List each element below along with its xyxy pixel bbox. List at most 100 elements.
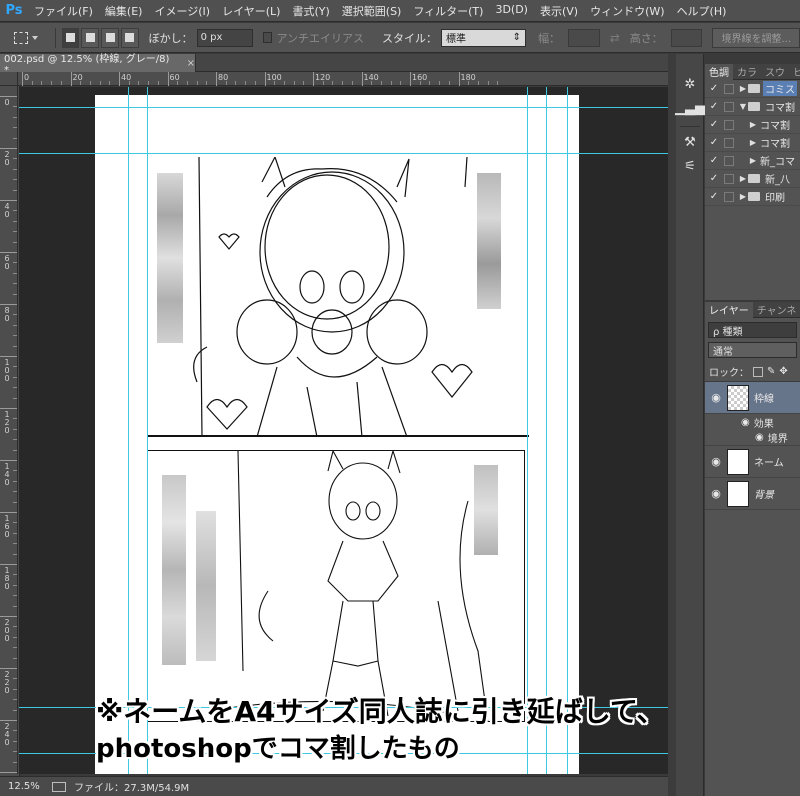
guide-vertical[interactable] — [527, 87, 528, 774]
chevron-right-icon[interactable]: ▶ — [748, 156, 758, 165]
blend-mode-select[interactable]: 通常 — [708, 342, 797, 358]
layer-row[interactable]: ◉ ネーム — [705, 446, 800, 478]
antialias-checkbox[interactable] — [262, 32, 273, 43]
horizontal-ruler[interactable]: 0 20 40 60 80 100 120 140 160 180 — [18, 72, 668, 86]
chevron-down-icon[interactable]: ▼ — [738, 102, 748, 111]
move-icon[interactable]: ✥ — [779, 366, 787, 377]
guide-vertical[interactable] — [567, 87, 568, 774]
chevron-right-icon[interactable]: ▶ — [748, 138, 758, 147]
panel-tab[interactable]: スウ — [761, 64, 789, 79]
brush-icon[interactable]: ✎ — [767, 366, 775, 377]
layer-row[interactable]: ◉ 背景 — [705, 478, 800, 510]
action-row[interactable]: ✓ ▶ 印刷 — [705, 188, 800, 206]
adjustments-icon[interactable]: ⚟ — [680, 156, 700, 176]
dialog-toggle[interactable] — [724, 101, 734, 112]
check-icon[interactable]: ✓ — [708, 101, 720, 112]
guide-horizontal[interactable] — [19, 153, 668, 154]
ruler-minor-tick — [13, 241, 17, 243]
dialog-toggle[interactable] — [724, 155, 734, 166]
file-info[interactable]: ファイル：27.3M/54.9M — [74, 779, 189, 794]
dialog-toggle[interactable] — [724, 191, 734, 202]
swap-icon[interactable]: ⇄ — [610, 31, 620, 45]
dialog-toggle[interactable] — [724, 119, 734, 130]
intersect-selection-button[interactable] — [120, 27, 139, 48]
action-row[interactable]: ✓ ▶ コマ割 — [705, 116, 800, 134]
layer-name[interactable]: 枠線 — [754, 390, 774, 405]
layer-name[interactable]: ネーム — [754, 454, 784, 469]
chevron-right-icon[interactable]: ▶ — [738, 174, 748, 183]
tool-preset-picker[interactable] — [14, 27, 49, 49]
menu-item[interactable]: ファイル(F) — [28, 3, 99, 19]
vertical-ruler[interactable]: 020406080100120140160180200220240260 — [0, 86, 18, 774]
navigator-icon[interactable]: ✲ — [680, 74, 700, 94]
check-icon[interactable]: ✓ — [708, 155, 720, 166]
panel-tab[interactable]: チャンネ — [753, 302, 800, 317]
check-icon[interactable]: ✓ — [708, 83, 720, 94]
feather-input[interactable] — [196, 28, 253, 47]
guide-vertical[interactable] — [128, 87, 129, 774]
action-row[interactable]: ✓ ▶ 新_コマ — [705, 152, 800, 170]
action-row[interactable]: ✓ ▶ 新_八 — [705, 170, 800, 188]
feather-label: ぼかし： — [148, 31, 193, 45]
effects-row[interactable]: ◉ 効果 — [705, 414, 800, 430]
panel-tab[interactable]: 色調 — [705, 63, 733, 80]
layer-filter[interactable]: ρ 種類 — [708, 322, 797, 338]
document-tab[interactable]: 002.psd @ 12.5% (枠線, グレー/8) * × — [0, 54, 196, 76]
refine-edge-button[interactable]: 境界線を調整... — [712, 27, 800, 48]
dialog-toggle[interactable] — [724, 83, 734, 94]
dialog-toggle[interactable] — [724, 137, 734, 148]
histogram-icon[interactable]: ▁▃▅ — [675, 98, 705, 118]
effects-label: 効果 — [753, 418, 774, 430]
action-row[interactable]: ✓ ▼ コマ割 — [705, 98, 800, 116]
chevron-right-icon[interactable]: ▶ — [738, 192, 748, 201]
lock-transparent-icon[interactable] — [753, 366, 763, 377]
eye-icon[interactable]: ◉ — [755, 432, 764, 443]
layer-name[interactable]: 背景 — [754, 486, 774, 501]
intersect-selection-icon — [125, 33, 135, 42]
check-icon[interactable]: ✓ — [708, 173, 720, 184]
menu-item[interactable]: レイヤー(L) — [216, 3, 286, 19]
menu-item[interactable]: 表示(V) — [534, 3, 584, 19]
check-icon[interactable]: ✓ — [708, 191, 720, 202]
menu-item[interactable]: 3D(D) — [489, 3, 534, 19]
menu-item[interactable]: イメージ(I) — [148, 3, 216, 19]
ruler-origin[interactable] — [0, 72, 18, 86]
guide-horizontal[interactable] — [19, 107, 668, 108]
new-selection-button[interactable] — [61, 27, 80, 48]
menu-item[interactable]: フィルター(T) — [407, 3, 489, 19]
add-to-selection-button[interactable] — [81, 27, 100, 48]
menu-item[interactable]: 編集(E) — [99, 3, 149, 19]
effect-row[interactable]: ◉ 境界 — [705, 430, 800, 446]
tool-presets-icon[interactable]: ⚒ — [680, 132, 700, 152]
guide-vertical[interactable] — [546, 87, 547, 774]
eye-icon[interactable]: ◉ — [705, 391, 727, 404]
document-page[interactable] — [95, 95, 579, 774]
canvas-area[interactable] — [19, 87, 668, 774]
zoom-level[interactable]: 12.5% — [8, 781, 44, 792]
check-icon[interactable]: ✓ — [708, 137, 720, 148]
check-icon[interactable]: ✓ — [708, 119, 720, 130]
style-select[interactable]: 標準 ⇕ — [441, 28, 527, 47]
action-row[interactable]: ✓ ▶ コミス — [705, 80, 800, 98]
chevron-right-icon[interactable]: ▶ — [738, 84, 748, 93]
layer-row[interactable]: ◉ 枠線 — [705, 382, 800, 414]
eye-icon[interactable]: ◉ — [705, 455, 727, 468]
subtract-from-selection-button[interactable] — [101, 27, 119, 48]
close-icon[interactable]: × — [187, 58, 195, 69]
menu-item[interactable]: 選択範囲(S) — [336, 3, 408, 19]
height-input[interactable] — [670, 28, 703, 47]
panel-tab[interactable]: レイヤー — [705, 301, 753, 318]
guide-vertical[interactable] — [147, 87, 148, 774]
export-icon[interactable] — [52, 781, 66, 792]
action-row[interactable]: ✓ ▶ コマ割 — [705, 134, 800, 152]
menu-item[interactable]: 書式(Y) — [286, 3, 335, 19]
panel-tab[interactable]: カラ — [733, 64, 761, 79]
chevron-right-icon[interactable]: ▶ — [748, 120, 758, 129]
eye-icon[interactable]: ◉ — [741, 417, 750, 428]
menu-item[interactable]: ヘルプ(H) — [671, 3, 733, 19]
panel-tab[interactable]: ヒ — [789, 64, 800, 79]
eye-icon[interactable]: ◉ — [705, 487, 727, 500]
width-input[interactable] — [568, 28, 600, 47]
menu-item[interactable]: ウィンドウ(W) — [584, 3, 670, 19]
dialog-toggle[interactable] — [724, 173, 734, 184]
